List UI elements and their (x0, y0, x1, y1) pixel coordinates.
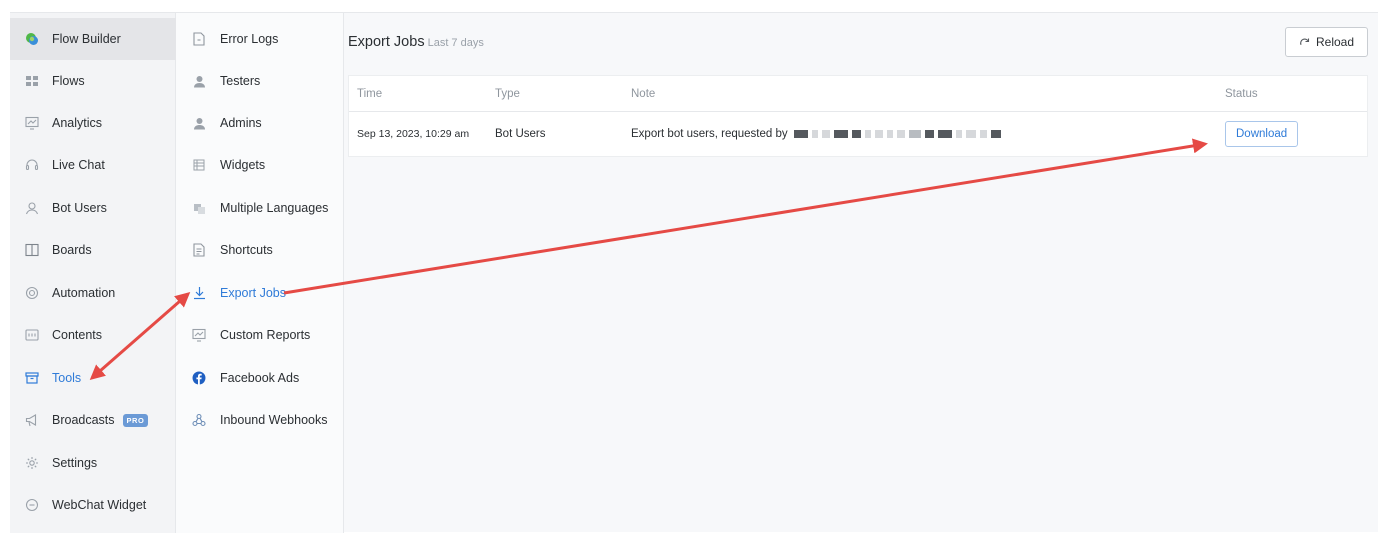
headset-icon (25, 158, 39, 172)
subnav-item-testers[interactable]: Testers (176, 60, 344, 102)
primary-sidebar: Flow Builder Flows Analytics Live Chat B… (10, 13, 176, 533)
admin-icon (192, 116, 206, 130)
shortcut-icon (192, 243, 206, 257)
app-frame: Flow Builder Flows Analytics Live Chat B… (10, 12, 1378, 533)
reload-button[interactable]: Reload (1285, 27, 1368, 57)
nav-item-live-chat[interactable]: Live Chat (10, 144, 176, 186)
nav-item-analytics[interactable]: Analytics (10, 102, 176, 144)
nav-item-label: Contents (52, 328, 103, 342)
person-icon (192, 74, 206, 88)
row-status: Download (1225, 112, 1299, 156)
nav-item-label: WebChat Widget (52, 498, 147, 512)
download-button[interactable]: Download (1225, 121, 1299, 147)
subnav-item-label: Facebook Ads (220, 371, 300, 385)
nav-item-webchat-widget[interactable]: WebChat Widget (10, 484, 176, 526)
nav-item-label: Live Chat (52, 158, 105, 172)
nav-item-label: Analytics (52, 116, 103, 130)
subnav-item-label: Inbound Webhooks (220, 413, 328, 427)
nav-item-label: Bot Users (52, 201, 107, 215)
subnav-item-label: Multiple Languages (220, 201, 329, 215)
nav-item-flow-builder[interactable]: Flow Builder (10, 18, 176, 60)
subnav-item-widgets[interactable]: Widgets (176, 144, 344, 186)
nav-item-automation[interactable]: Automation (10, 272, 176, 314)
subnav-item-facebook-ads[interactable]: Facebook Ads (176, 357, 344, 399)
subnav-item-label: Admins (220, 116, 262, 130)
page-subtitle: Last 7 days (427, 37, 484, 49)
user-icon (25, 201, 39, 215)
automation-icon (25, 286, 39, 300)
chat-bubble-icon (25, 498, 39, 512)
page-title: Export Jobs (348, 34, 425, 50)
translate-icon (192, 201, 206, 215)
nav-item-broadcasts[interactable]: Broadcasts PRO (10, 399, 176, 441)
nav-item-tools[interactable]: Tools (10, 357, 176, 399)
tools-subnav: Error Logs Testers Admins Widgets Multip… (176, 13, 344, 533)
nav-item-bot-users[interactable]: Bot Users (10, 187, 176, 229)
subnav-item-admins[interactable]: Admins (176, 102, 344, 144)
table-header: Time Type Note Status (349, 76, 1367, 112)
nav-item-label: Settings (52, 456, 98, 470)
flow-builder-icon (25, 32, 39, 46)
subnav-item-label: Testers (220, 74, 261, 88)
column-header-type: Type (495, 87, 520, 100)
subnav-item-label: Export Jobs (220, 286, 287, 300)
analytics-icon (25, 116, 39, 130)
nav-item-label: Automation (52, 286, 116, 300)
nav-item-label: Flow Builder (52, 32, 121, 46)
widgets-icon (192, 158, 206, 172)
nav-item-label: Boards (52, 243, 92, 257)
row-type: Bot Users (495, 128, 546, 140)
subnav-item-inbound-webhooks[interactable]: Inbound Webhooks (176, 399, 344, 441)
subnav-item-export-jobs[interactable]: Export Jobs (176, 272, 344, 314)
document-icon (192, 32, 206, 46)
subnav-item-label: Custom Reports (220, 328, 311, 342)
nav-item-label: Flows (52, 74, 85, 88)
nav-item-contents[interactable]: Contents (10, 314, 176, 356)
megaphone-icon (25, 413, 39, 427)
subnav-item-label: Error Logs (220, 32, 279, 46)
facebook-icon (192, 371, 206, 385)
contents-icon (25, 328, 39, 342)
report-icon (192, 328, 206, 342)
reload-label: Reload (1315, 35, 1355, 49)
row-time: Sep 13, 2023, 10:29 am (357, 128, 470, 140)
toolbox-icon (25, 371, 39, 385)
subnav-item-error-logs[interactable]: Error Logs (176, 18, 344, 60)
subnav-item-custom-reports[interactable]: Custom Reports (176, 314, 344, 356)
subnav-item-multiple-languages[interactable]: Multiple Languages (176, 187, 344, 229)
subnav-item-shortcuts[interactable]: Shortcuts (176, 229, 344, 271)
export-jobs-table: Time Type Note Status Sep 13, 2023, 10:2… (348, 75, 1368, 157)
row-note-cell: Export bot users, requested by (631, 112, 1001, 156)
subnav-item-label: Widgets (220, 158, 266, 172)
gear-icon (25, 456, 39, 470)
boards-icon (25, 243, 39, 257)
table-row: Sep 13, 2023, 10:29 am Bot Users Export … (349, 112, 1367, 156)
nav-item-boards[interactable]: Boards (10, 229, 176, 271)
pro-badge: PRO (122, 413, 149, 427)
flows-icon (25, 74, 39, 88)
page-title-row: Export Jobs Last 7 days (348, 34, 484, 50)
nav-item-settings[interactable]: Settings (10, 442, 176, 484)
download-icon (192, 286, 206, 300)
row-note: Export bot users, requested by (631, 128, 788, 140)
column-header-status: Status (1225, 87, 1258, 100)
redacted-requester (793, 130, 1001, 138)
nav-item-flows[interactable]: Flows (10, 60, 176, 102)
refresh-icon (1299, 37, 1310, 48)
nav-item-label: Broadcasts (52, 413, 115, 427)
webhook-icon (192, 413, 206, 427)
main-content: Export Jobs Last 7 days Reload Time Type … (344, 13, 1378, 533)
nav-item-label: Tools (52, 371, 82, 385)
column-header-note: Note (631, 87, 656, 100)
column-header-time: Time (357, 87, 383, 100)
subnav-item-label: Shortcuts (220, 243, 273, 257)
